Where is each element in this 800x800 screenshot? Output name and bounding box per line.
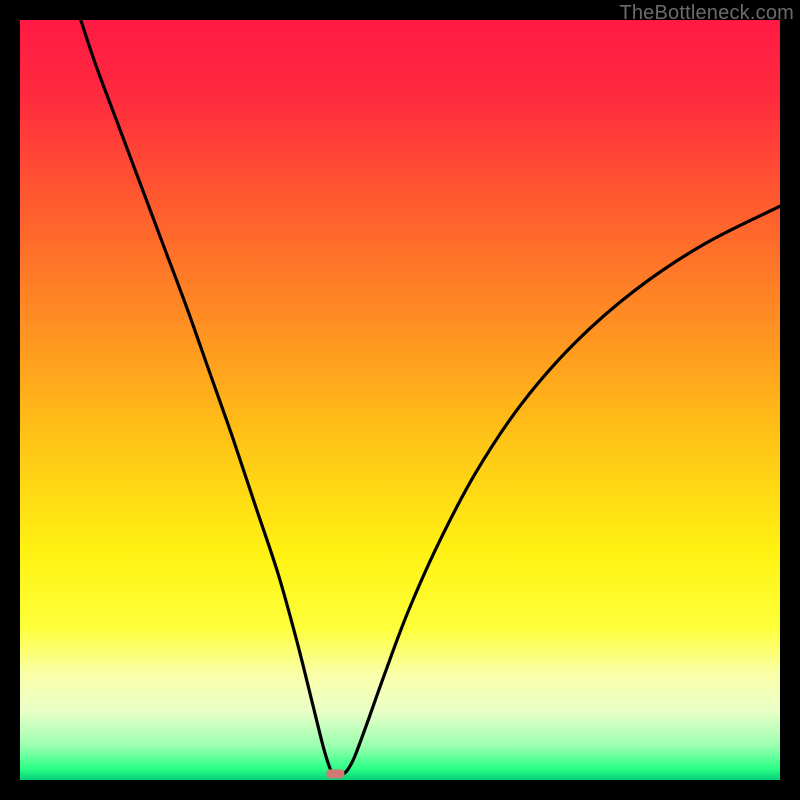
chart-frame: [20, 20, 780, 780]
chart-svg: [20, 20, 780, 780]
gradient-background: [20, 20, 780, 780]
watermark-text: TheBottleneck.com: [619, 2, 794, 25]
curve-minimum-marker: [326, 769, 344, 778]
